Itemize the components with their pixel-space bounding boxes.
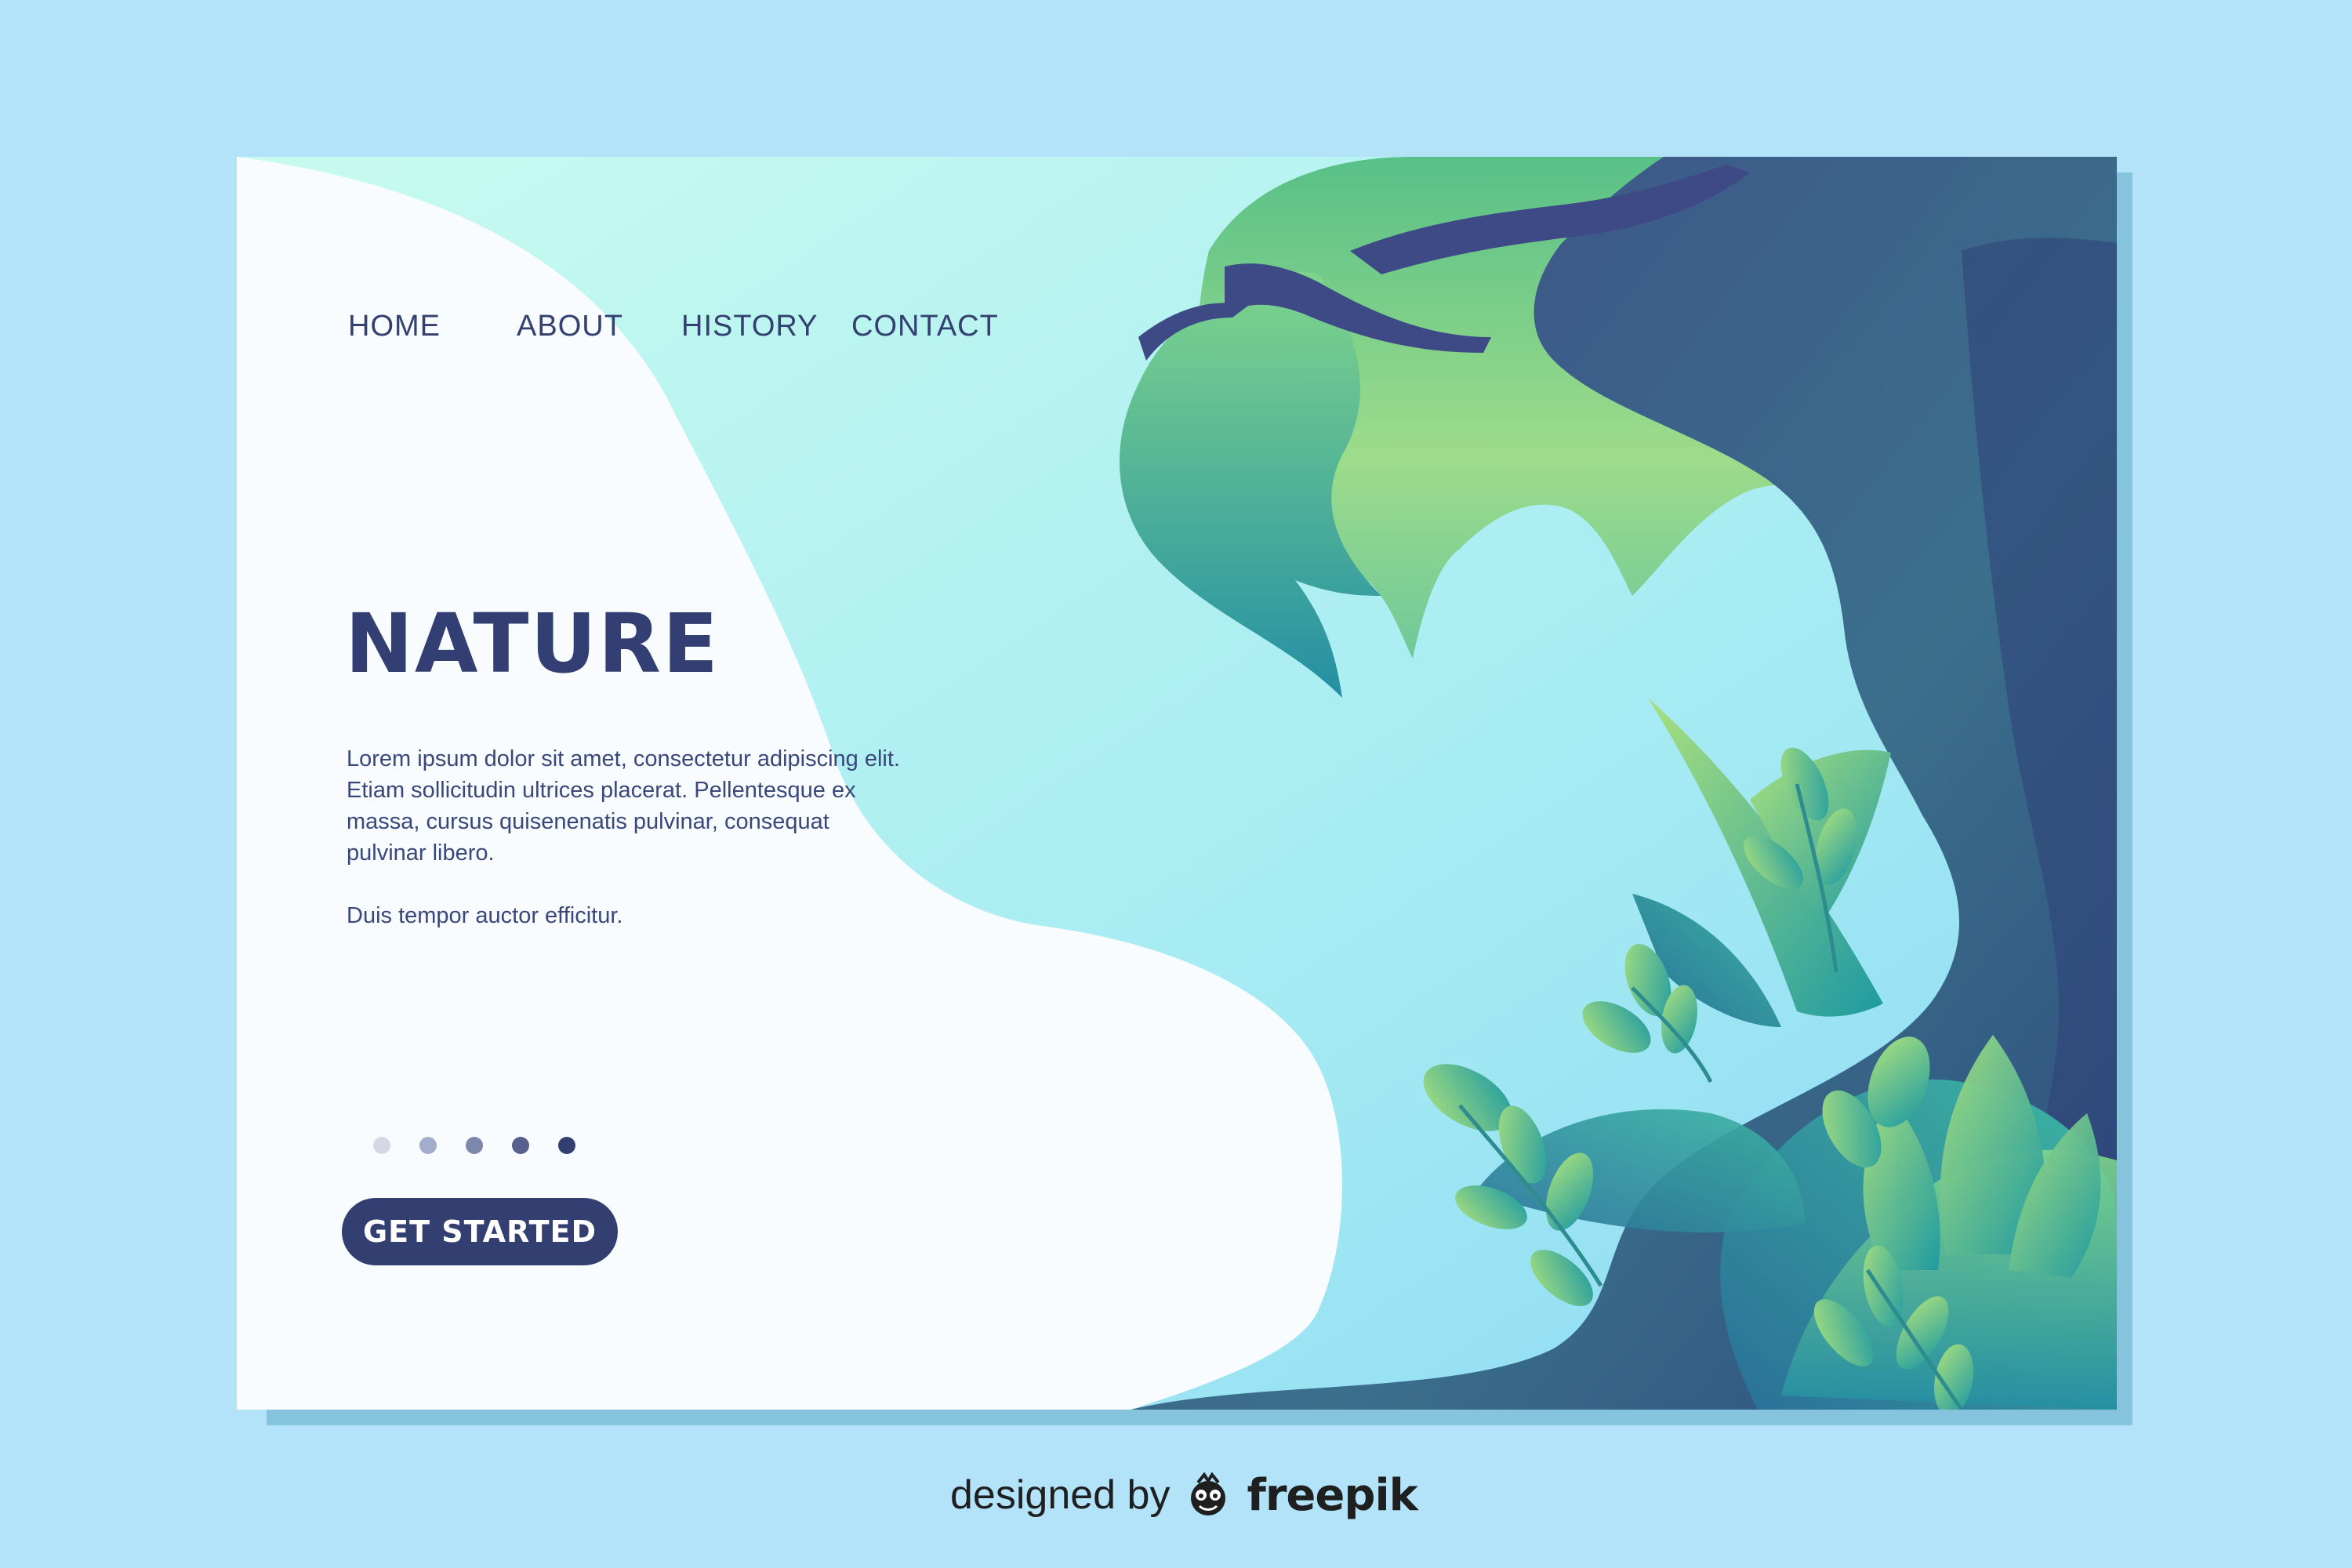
slider-dot[interactable] [373,1137,390,1154]
attribution-brand[interactable]: freepik [1247,1470,1417,1521]
hero-paragraph-secondary: Duis tempor auctor efficitur. [347,903,623,928]
freepik-logo-icon[interactable] [1182,1472,1234,1519]
slider-dot[interactable] [512,1137,529,1154]
nav-contact[interactable]: CONTACT [851,310,999,343]
attribution: designed by freepik [950,1468,1418,1523]
hero-description: Lorem ipsum dolor sit amet, consectetur … [347,743,911,963]
nav-home[interactable]: HOME [348,310,441,343]
nav-history[interactable]: HISTORY [681,310,818,343]
attribution-prefix: designed by [950,1472,1171,1518]
slider-dot[interactable] [466,1137,483,1154]
slider-dot-active[interactable] [558,1137,575,1154]
slider-dot[interactable] [419,1137,437,1154]
get-started-button[interactable]: GET STARTED [342,1198,618,1265]
landing-card: HOME ABOUT HISTORY CONTACT NATURE Lorem … [237,157,2117,1410]
hero-title: NATURE [345,596,720,691]
nav-about[interactable]: ABOUT [517,310,623,343]
hero-paragraph: Lorem ipsum dolor sit amet, consectetur … [347,746,900,866]
